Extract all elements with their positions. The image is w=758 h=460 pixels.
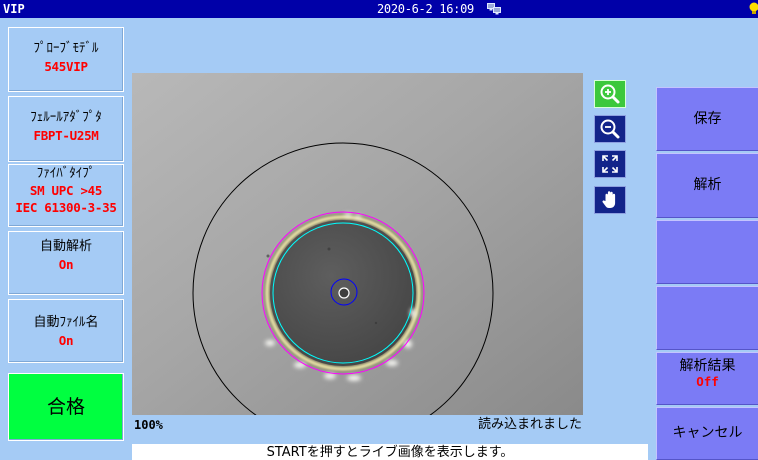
auto-filename-button[interactable]: 自動ﾌｧｲﾙ名 On xyxy=(8,299,124,363)
auto-filename-label: 自動ﾌｧｲﾙ名 xyxy=(33,315,99,330)
reflection xyxy=(294,362,306,368)
datetime: 2020-6-2 16:09 xyxy=(377,2,474,16)
status-bar: VIP 2020-6-2 16:09 xyxy=(0,0,758,18)
ferrule-adapter-label: ﾌｪﾙｰﾙｱﾀﾞﾌﾟﾀ xyxy=(30,110,102,125)
ferrule-adapter-value: FBPT-U25M xyxy=(33,128,99,143)
blank-softkey-1[interactable] xyxy=(656,220,758,284)
hint-bar: STARTを押すとライブ画像を表示します。 xyxy=(132,444,648,460)
auto-analysis-button[interactable]: 自動解析 On xyxy=(8,231,124,295)
probe-model-label: ﾌﾟﾛｰﾌﾞﾓﾃﾞﾙ xyxy=(33,41,99,56)
auto-analysis-label: 自動解析 xyxy=(39,239,92,254)
analysis-result-button[interactable]: 解析結果 Off xyxy=(656,352,758,405)
pan-hand-icon xyxy=(602,191,616,208)
zoom-out-icon xyxy=(600,119,620,139)
reflection xyxy=(347,375,361,381)
auto-analysis-value: On xyxy=(58,257,74,272)
save-button[interactable]: 保存 xyxy=(656,87,758,151)
zoom-in-icon xyxy=(600,84,620,104)
zoom-level: 100% xyxy=(134,418,163,432)
app-name: VIP xyxy=(3,2,25,16)
fiber-type-standard: IEC 61300-3-35 xyxy=(15,200,117,215)
zoom-in-button[interactable] xyxy=(594,80,626,108)
auto-filename-value: On xyxy=(58,333,74,348)
probe-model-button[interactable]: ﾌﾟﾛｰﾌﾞﾓﾃﾞﾙ 545VIP xyxy=(8,27,124,92)
pass-result-label: 合格 xyxy=(46,396,85,418)
fit-to-screen-icon xyxy=(602,155,618,173)
fit-to-screen-button[interactable] xyxy=(594,150,626,178)
fiber-type-button[interactable]: ﾌｧｲﾊﾞﾀｲﾌﾟ SM UPC >45 IEC 61300-3-35 xyxy=(8,164,124,227)
fiber-core xyxy=(338,287,350,299)
speck xyxy=(327,247,331,251)
fiber-type-label: ﾌｧｲﾊﾞﾀｲﾌﾟ xyxy=(36,166,96,181)
speck xyxy=(374,321,378,325)
viewer-status: 読み込まれました xyxy=(477,417,582,432)
fiber-type-value: SM UPC >45 xyxy=(29,183,103,198)
analyze-button[interactable]: 解析 xyxy=(656,153,758,218)
fiber-image xyxy=(132,73,583,415)
network-icon xyxy=(487,3,501,15)
reflection xyxy=(344,213,352,217)
zoom-out-button[interactable] xyxy=(594,115,626,143)
cancel-button[interactable]: キャンセル xyxy=(656,407,758,460)
pass-result-indicator: 合格 xyxy=(8,373,124,441)
blank-softkey-2[interactable] xyxy=(656,286,758,350)
ferrule-adapter-button[interactable]: ﾌｪﾙｰﾙｱﾀﾞﾌﾟﾀ FBPT-U25M xyxy=(8,96,124,162)
probe-model-value: 545VIP xyxy=(44,59,88,74)
fiber-image-viewer[interactable] xyxy=(132,73,583,415)
analysis-result-label: 解析結果 xyxy=(679,358,736,374)
reflection xyxy=(265,340,275,346)
analysis-result-value: Off xyxy=(696,374,719,389)
reflection xyxy=(355,215,361,219)
pan-hand-button[interactable] xyxy=(594,186,626,214)
speck xyxy=(266,254,270,258)
bulb-icon xyxy=(748,1,758,16)
